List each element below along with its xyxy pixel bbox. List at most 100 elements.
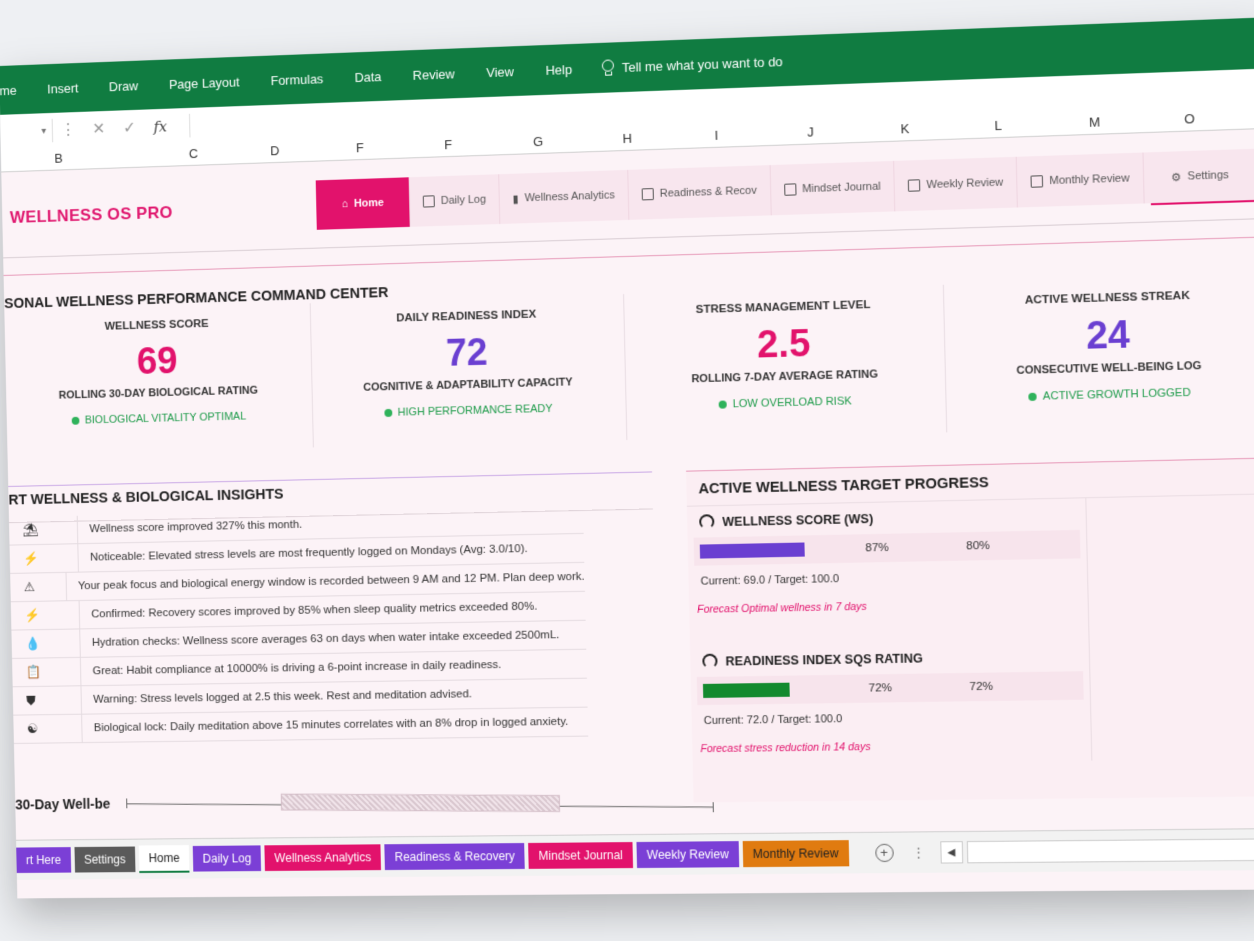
tell-me-text: Tell me what you want to do [622, 54, 783, 75]
drop-icon: 💧 [11, 629, 80, 658]
name-box-dropdown-icon[interactable]: ▾ [0, 119, 53, 144]
insight-text: Great: Habit compliance at 10000% is dri… [81, 659, 501, 677]
sheet-tab-settings[interactable]: Settings [74, 847, 135, 873]
insight-text: Confirmed: Recovery scores improved by 8… [80, 601, 538, 621]
nav-label: Home [354, 197, 384, 210]
sheet-tab-mindset-journal[interactable]: Mindset Journal [528, 842, 633, 869]
tell-me-box[interactable]: Tell me what you want to do [602, 53, 783, 76]
column-header[interactable]: K [900, 121, 909, 136]
ribbon-tab-insert[interactable]: Insert [32, 80, 94, 97]
sheet-tab-weekly-review[interactable]: Weekly Review [636, 841, 739, 868]
nav-label: Wellness Analytics [524, 189, 615, 204]
column-header[interactable]: I [714, 128, 718, 143]
nav-wellness-analytics[interactable]: ▮ Wellness Analytics [499, 170, 629, 224]
status-dot-icon [71, 417, 79, 425]
insight-text: Biological lock: Daily meditation above … [82, 716, 568, 734]
bolt-icon: ⚡ [11, 601, 80, 630]
horizontal-scrollbar[interactable] [966, 838, 1254, 863]
sheet-tab-start-here[interactable]: rt Here [16, 847, 71, 873]
column-header[interactable]: G [533, 134, 543, 149]
sheet-tab-readiness-recovery[interactable]: Readiness & Recovery [385, 843, 525, 870]
chart-icon: ▮ [513, 192, 519, 205]
column-header[interactable]: D [270, 143, 279, 158]
function-icon[interactable]: fx [145, 117, 176, 136]
add-sheet-icon[interactable]: + [875, 844, 894, 862]
sheet-tab-daily-log[interactable]: Daily Log [193, 845, 261, 871]
target-current: Current: 72.0 / Target: 100.0 [698, 710, 1085, 727]
kpi-title: ACTIVE WELLNESS STREAK [944, 287, 1254, 309]
column-header[interactable]: H [622, 131, 632, 146]
kpi-status-text: ACTIVE GROWTH LOGGED [1043, 387, 1191, 403]
column-header[interactable]: F [444, 137, 452, 152]
kpi-status: ACTIVE GROWTH LOGGED [947, 385, 1254, 405]
target-block: READINESS INDEX SQS RATING 72% 72% Curre… [690, 619, 1093, 765]
column-header[interactable]: O [1184, 111, 1195, 127]
kpi-value: 72 [311, 328, 624, 379]
progress-percent-secondary: 72% [969, 681, 993, 693]
column-header[interactable]: J [807, 124, 814, 139]
target-block: WELLNESS SCORE (WS) 87% 80% Current: 69.… [687, 498, 1089, 626]
kpi-card: ACTIVE WELLNESS STREAK 24 CONSECUTIVE WE… [944, 275, 1254, 432]
kpi-value: 24 [945, 310, 1254, 363]
ribbon-tab-home[interactable]: me [0, 82, 32, 98]
kpi-subtitle: ROLLING 30-DAY BIOLOGICAL RATING [6, 383, 311, 403]
target-title: READINESS INDEX SQS RATING [725, 651, 923, 668]
nav-mindset-journal[interactable]: Mindset Journal [770, 161, 895, 215]
cancel-icon[interactable]: ✕ [83, 119, 114, 140]
scroll-left-icon[interactable]: ◀ [940, 841, 963, 863]
progress-fill [700, 542, 805, 558]
column-header[interactable]: F [356, 140, 364, 155]
progress-fill [703, 683, 790, 698]
ribbon-tab-draw[interactable]: Draw [93, 77, 153, 94]
trend-axis-cap [126, 798, 127, 808]
nav-weekly-review[interactable]: Weekly Review [894, 157, 1018, 212]
ribbon-tab-review[interactable]: Review [397, 65, 471, 83]
trend-scroll-handle[interactable] [281, 794, 560, 812]
kpi-status-text: LOW OVERLOAD RISK [732, 395, 851, 410]
column-header[interactable]: B [54, 151, 63, 166]
status-dot-icon [718, 400, 726, 408]
trend-chart-title: 30-Day Well-be [15, 796, 110, 813]
status-dot-icon [1028, 393, 1036, 401]
ribbon-tab-view[interactable]: View [470, 63, 530, 80]
more-icon: ⋮ [53, 120, 84, 141]
target-forecast: Forecast stress reduction in 14 days [698, 738, 1085, 755]
bolt-icon: ⚡ [10, 544, 79, 573]
ribbon-tab-page-layout[interactable]: Page Layout [153, 73, 255, 92]
trend-axis-cap [713, 802, 714, 812]
ribbon-tab-data[interactable]: Data [339, 68, 398, 85]
kpi-subtitle: COGNITIVE & ADAPTABILITY CAPACITY [312, 375, 624, 395]
target-progress-title: ACTIVE WELLNESS TARGET PROGRESS [686, 458, 1254, 506]
column-header[interactable]: C [189, 146, 198, 161]
calendar-icon [1031, 175, 1044, 188]
nav-monthly-review[interactable]: Monthly Review [1017, 153, 1145, 208]
ribbon-tab-help[interactable]: Help [530, 61, 589, 78]
ribbon-tab-formulas[interactable]: Formulas [255, 70, 339, 88]
kpi-status: LOW OVERLOAD RISK [626, 393, 946, 413]
sheet-tab-wellness-analytics[interactable]: Wellness Analytics [264, 844, 381, 871]
insight-text: Warning: Stress levels logged at 2.5 thi… [82, 688, 472, 706]
enter-icon[interactable]: ✓ [114, 117, 145, 138]
more-options-icon[interactable]: ⋮ [911, 844, 926, 861]
nav-label: Daily Log [441, 194, 486, 207]
progress-row: 87% 80% [694, 530, 1081, 566]
nav-home[interactable]: ⌂ Home [316, 177, 411, 230]
column-header[interactable]: L [994, 118, 1002, 133]
gauge-icon [699, 514, 714, 529]
sheet-tab-home[interactable]: Home [139, 845, 190, 873]
kpi-value: 69 [5, 337, 311, 388]
kpi-title: DAILY READINESS INDEX [311, 306, 623, 327]
column-header[interactable]: M [1089, 114, 1101, 130]
progress-row: 72% 72% [697, 671, 1084, 705]
sheet-tab-monthly-review[interactable]: Monthly Review [743, 840, 849, 867]
nav-settings[interactable]: ⚙ Settings [1143, 149, 1254, 204]
nav-daily-log[interactable]: Daily Log [410, 174, 501, 227]
nav-label: Settings [1187, 169, 1229, 183]
insight-text: Wellness score improved 327% this month. [78, 519, 303, 535]
target-progress-panel: ACTIVE WELLNESS TARGET PROGRESS WELLNESS… [686, 457, 1254, 802]
nav-label: Monthly Review [1049, 172, 1129, 187]
kpi-status: HIGH PERFORMANCE READY [313, 401, 625, 421]
nav-readiness[interactable]: Readiness & Recov [628, 165, 771, 220]
app-brand: WELLNESS OS PRO [10, 203, 173, 228]
insight-text: Your peak focus and biological energy wi… [66, 571, 584, 593]
